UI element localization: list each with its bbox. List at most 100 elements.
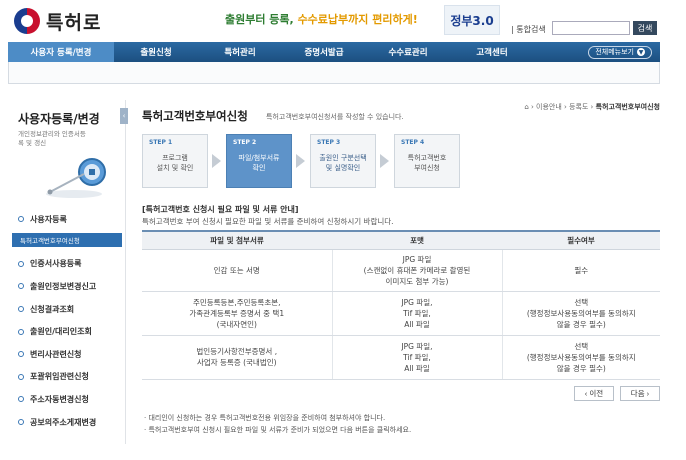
note-item: · 특허고객번호부여 신청시 필요한 파일 및 서류가 준비가 되었으면 다음 … — [144, 426, 412, 434]
bullet-icon — [18, 419, 24, 426]
column-header-format: 포맷 — [332, 230, 502, 250]
sidebar: 사용자등록/변경 개인정보관리와 인증서등록 및 갱신 사용자등록 특허고객번호… — [8, 100, 126, 444]
sidebar-item-label: 공보의주소게재변경 — [30, 417, 97, 427]
cell-required: 필수 — [501, 249, 660, 292]
site-logo[interactable]: 특허로 — [14, 6, 114, 36]
sidebar-item-label: 신청결과조회 — [30, 304, 75, 314]
table-row: 주민등록등본,주민등록초본, 가족관계등록부 증명서 중 택1 (국내자연인) … — [142, 291, 660, 336]
step-number: STEP 2 — [233, 139, 257, 146]
cell-format: JPG 파일, Tif 파일, All 파일 — [331, 335, 502, 380]
site-header: 특허로 출원부터 등록, 수수료납부까지 편리하게! 정부3.0 | 통합검색 … — [0, 0, 686, 42]
search-label: | 통합검색 — [511, 25, 546, 34]
sidebar-desc: 개인정보관리와 인증서등록 및 갱신 — [18, 130, 86, 147]
search-button[interactable]: 검색 — [633, 21, 657, 35]
sidebar-item-patent-attorney[interactable]: 변리사관련신청 — [8, 343, 126, 366]
sidebar-item-certificate-registration[interactable]: 인증서사용등록 — [8, 253, 126, 276]
bullet-icon — [18, 396, 24, 403]
bullet-icon — [18, 328, 24, 335]
chevron-down-icon: ▼ — [637, 48, 645, 56]
breadcrumb-path: ⌂ › 이용안내 › 등록도 › — [524, 103, 596, 111]
step-label: 파일/첨부서류 확인 — [238, 154, 280, 172]
bullet-icon — [18, 216, 24, 223]
bullet-icon — [18, 260, 24, 267]
step-4: STEP 4 특허고객번호 부여신청 — [394, 134, 460, 188]
all-menu-label: 전체메뉴보기 — [595, 48, 634, 56]
bullet-icon — [18, 373, 24, 380]
search-input[interactable] — [552, 21, 630, 35]
sidebar-item-gazette-address[interactable]: 공보의주소게재변경 — [8, 411, 126, 434]
step-arrow-icon — [380, 154, 389, 168]
next-button[interactable]: 다음 › — [620, 386, 660, 401]
step-2: STEP 2 파일/첨부서류 확인 — [226, 134, 292, 188]
cell-required: 선택 (행정정보사용동의여부를 동의하지 않을 경우 필수) — [501, 291, 660, 336]
note-item: · 대리인이 신청하는 경우 특허고객번호전용 위임장을 준비하여 첨부하셔야 … — [144, 414, 386, 422]
bullet-icon — [18, 351, 24, 358]
step-number: STEP 4 — [401, 139, 425, 146]
cell-document: 인감 또는 서명 — [142, 249, 332, 292]
sub-nav-bar — [8, 62, 660, 84]
step-number: STEP 3 — [317, 139, 341, 146]
cell-format: JPG 파일, Tif 파일, All 파일 — [331, 291, 502, 336]
breadcrumb: ⌂ › 이용안내 › 등록도 › 특허고객번호부여신청 — [524, 102, 660, 112]
table-header-row: 파일 및 첨부서류 포맷 필수여부 — [142, 230, 660, 250]
sidebar-item-label: 출원인정보변경신고 — [30, 281, 97, 291]
gnb-item-certificate[interactable]: 증명서발급 — [282, 42, 366, 62]
sidebar-item-label: 변리사관련신청 — [30, 349, 82, 359]
step-label: 프로그램 설치 및 확인 — [156, 154, 194, 172]
step-arrow-icon — [212, 154, 221, 168]
cell-required: 선택 (행정정보사용동의여부를 동의하지 않을 경우 필수) — [501, 335, 660, 380]
gnb-item-user-registration[interactable]: 사용자 등록/변경 — [8, 42, 114, 62]
security-lock-illustration-icon — [46, 158, 106, 198]
all-menu-button[interactable]: 전체메뉴보기 ▼ — [588, 45, 652, 59]
sidebar-item-address-auto-change[interactable]: 주소자동변경신청 — [8, 388, 126, 411]
step-label: 특허고객번호 부여신청 — [407, 154, 447, 172]
column-header-documents: 파일 및 첨부서류 — [142, 230, 332, 250]
sidebar-collapse-button[interactable]: ‹ — [120, 108, 128, 124]
step-3: STEP 3 출원인 구분선택 및 실명확인 — [310, 134, 376, 188]
step-label: 출원인 구분선택 및 실명확인 — [319, 154, 367, 172]
slogan-highlight: 수수료납부까지 편리하게! — [297, 13, 418, 26]
step-arrow-icon — [296, 154, 305, 168]
sidebar-item-user-registration[interactable]: 사용자등록 — [8, 208, 126, 231]
sidebar-menu: 사용자등록 특허고객번호부여신청 인증서사용등록 출원인정보변경신고 신청결과조… — [8, 208, 126, 433]
sidebar-item-result-inquiry[interactable]: 신청결과조회 — [8, 298, 126, 321]
global-nav: 사용자 등록/변경 출원신청 특허관리 증명서발급 수수료관리 고객센터 전체메… — [8, 42, 660, 62]
gnb-item-customer-center[interactable]: 고객센터 — [450, 42, 534, 62]
sidebar-item-label: 사용자등록 — [30, 214, 67, 224]
sidebar-item-label: 인증서사용등록 — [30, 259, 82, 269]
sidebar-subitem-label: 특허고객번호부여신청 — [20, 236, 80, 245]
taegeuk-emblem-icon — [14, 8, 40, 34]
logo-text: 특허로 — [46, 11, 102, 34]
sidebar-item-label: 주소자동변경신청 — [30, 394, 89, 404]
notice-title: [특허고객번호 신청시 필요 파일 및 서류 안내] — [142, 205, 299, 214]
bullet-icon — [18, 306, 24, 313]
bullet-icon — [18, 283, 24, 290]
cell-document: 주민등록등본,주민등록초본, 가족관계등록부 증명서 중 택1 (국내자연인) — [142, 291, 332, 336]
sidebar-title: 사용자등록/변경 — [18, 112, 100, 126]
sidebar-item-applicant-info-change[interactable]: 출원인정보변경신고 — [8, 275, 126, 298]
column-header-required: 필수여부 — [502, 230, 660, 250]
required-documents-table: 파일 및 첨부서류 포맷 필수여부 인감 또는 서명 JPG 파일 (스캔없이 … — [142, 230, 660, 380]
step-number: STEP 1 — [149, 139, 173, 146]
page-title: 특허고객번호부여신청 — [142, 109, 248, 123]
sidebar-item-applicant-agent-inquiry[interactable]: 출원인/대리인조회 — [8, 320, 126, 343]
step-1: STEP 1 프로그램 설치 및 확인 — [142, 134, 208, 188]
table-row: 법인등기사항전부증명서 , 사업자 등록증 (국내법인) JPG 파일, Tif… — [142, 335, 660, 380]
gnb-item-application[interactable]: 출원신청 — [114, 42, 198, 62]
sidebar-subitem-customer-number[interactable]: 특허고객번호부여신청 — [12, 232, 122, 247]
breadcrumb-current: 특허고객번호부여신청 — [595, 103, 660, 111]
gnb-item-fee-management[interactable]: 수수료관리 — [366, 42, 450, 62]
sidebar-item-label: 출원인/대리인조회 — [30, 327, 92, 337]
page-subtitle: 특허고객번호부여신청서를 작성할 수 있습니다. — [266, 113, 404, 121]
header-slogan: 출원부터 등록, 수수료납부까지 편리하게! — [225, 11, 418, 27]
gnb-item-patent-management[interactable]: 특허관리 — [198, 42, 282, 62]
gov30-badge: 정부3.0 — [444, 5, 500, 35]
sidebar-item-general-power[interactable]: 포괄위임관련신청 — [8, 366, 126, 389]
prev-button[interactable]: ‹ 이전 — [574, 386, 614, 401]
step-navigation: ‹ 이전 다음 › — [574, 386, 660, 401]
cell-format: JPG 파일 (스캔없이 휴대폰 카메라로 촬영된 이미지도 첨부 가능) — [331, 249, 502, 292]
slogan-prefix: 출원부터 등록, — [225, 13, 298, 26]
sidebar-item-label: 포괄위임관련신청 — [30, 372, 89, 382]
notes: · 대리인이 신청하는 경우 특허고객번호전용 위임장을 준비하여 첨부하셔야 … — [144, 412, 411, 436]
notice-subtitle: 특허고객번호 부여 신청시 필요한 파일 및 서류를 준비하여 신청하시기 바랍… — [142, 217, 394, 226]
